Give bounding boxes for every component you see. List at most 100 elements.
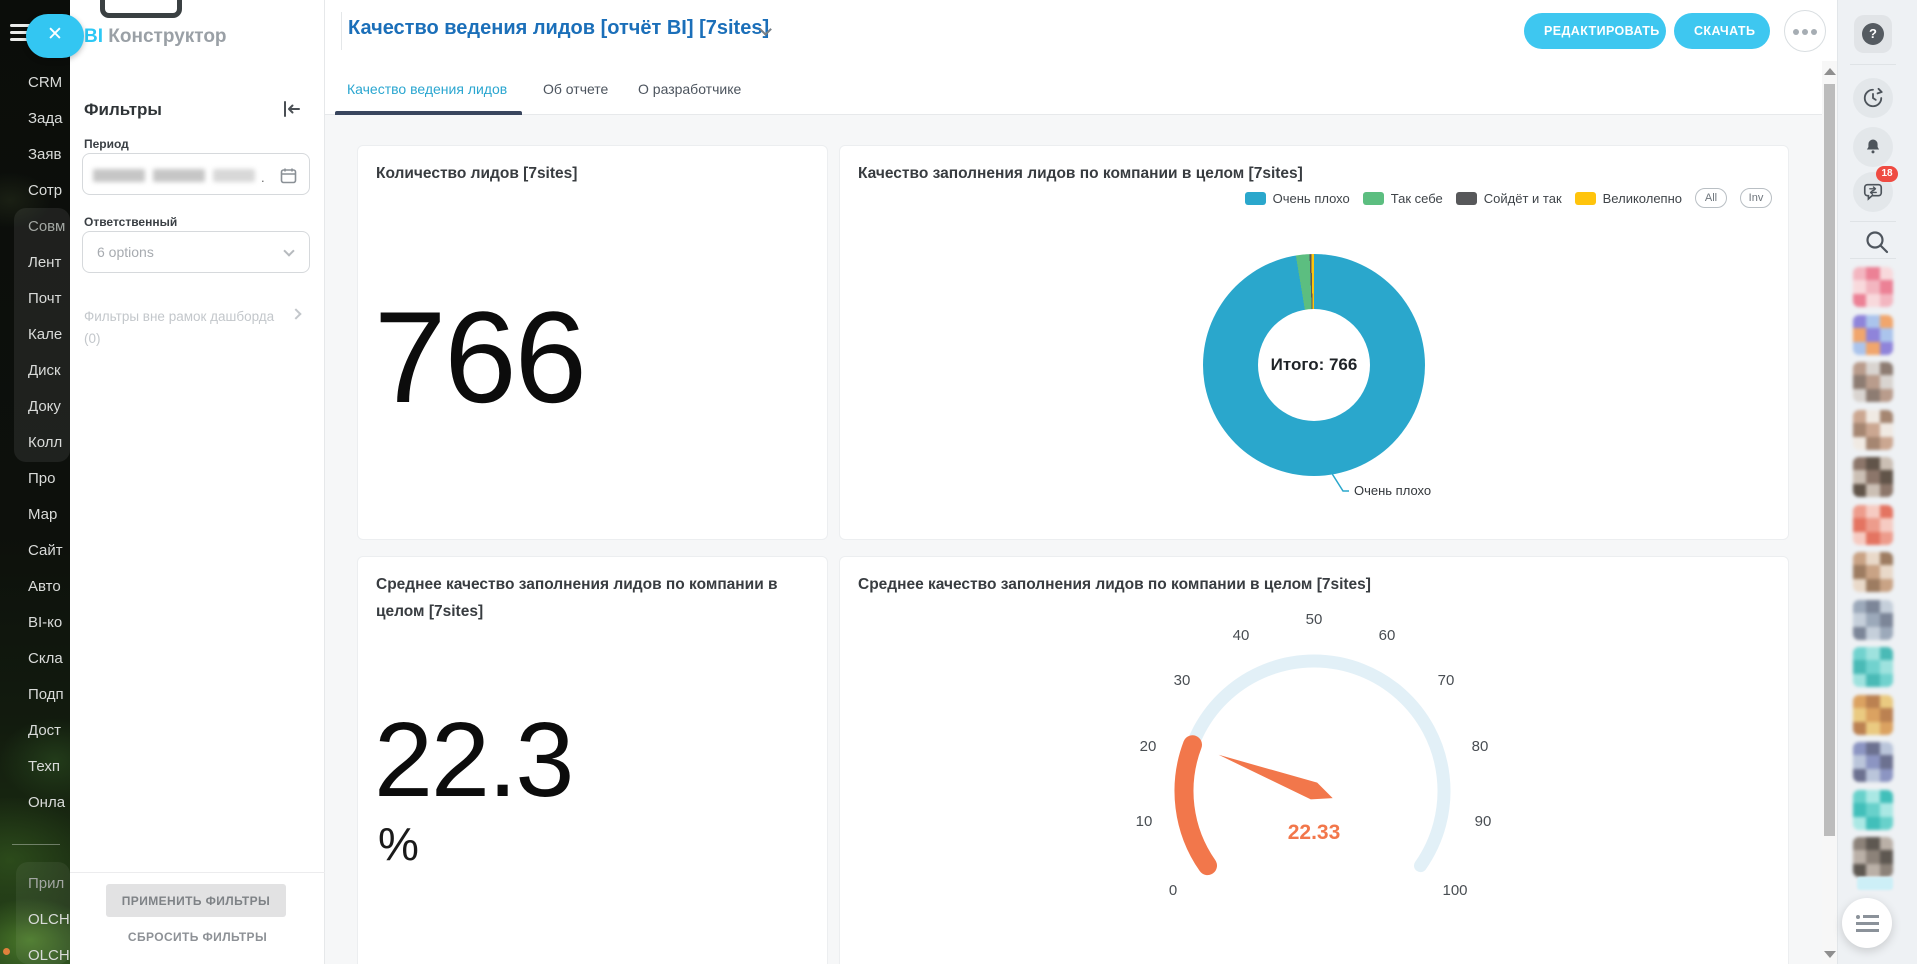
svg-text:30: 30 <box>1174 672 1191 689</box>
scroll-down-arrow[interactable] <box>1824 951 1836 958</box>
contact-avatar[interactable] <box>1853 315 1893 355</box>
rail-divider <box>1850 64 1896 65</box>
contact-avatar[interactable] <box>1853 837 1893 877</box>
legend-swatch <box>1575 192 1596 205</box>
sidebar-item[interactable]: Сайт <box>28 541 70 561</box>
card-avg-quality: Среднее качество заполнения лидов по ком… <box>357 556 828 964</box>
contact-avatar[interactable] <box>1853 695 1893 735</box>
sidebar-item[interactable]: Лент <box>28 253 70 273</box>
svg-text:100: 100 <box>1442 882 1467 899</box>
sidebar-item[interactable]: Колл <box>28 433 70 453</box>
legend-inv-toggle[interactable]: Inv <box>1740 188 1772 208</box>
contact-avatar[interactable] <box>1853 742 1893 782</box>
sidebar-item[interactable]: Скла <box>28 649 70 669</box>
rail-divider <box>1850 221 1896 222</box>
contact-avatar[interactable] <box>1853 267 1893 307</box>
collapse-panel-icon[interactable] <box>282 100 302 118</box>
tab-about-report[interactable]: Об отчете <box>543 81 608 97</box>
chevron-down-icon <box>283 245 294 256</box>
right-icon-rail: ? 18 <box>1837 0 1917 964</box>
sidebar-item[interactable]: BI-ко <box>28 613 70 633</box>
sidebar-item[interactable]: OLCH <box>28 910 70 930</box>
card-title: Количество лидов [7sites] <box>376 160 577 187</box>
sidebar-item[interactable]: CRM <box>28 73 70 93</box>
sidebar-item[interactable]: Доку <box>28 397 70 417</box>
sidebar-item[interactable]: Прил <box>28 874 70 894</box>
redacted-date <box>213 169 255 182</box>
list-icon <box>1856 915 1860 919</box>
scrollbar-thumb[interactable] <box>1824 84 1835 836</box>
tab-about-developer[interactable]: О разработчике <box>638 81 741 97</box>
sidebar-item[interactable]: Диск <box>28 361 70 381</box>
close-panel-button[interactable]: ✕ <box>26 14 84 58</box>
question-icon: ? <box>1862 23 1884 45</box>
sidebar-item[interactable]: Совм <box>28 217 70 237</box>
legend-item[interactable]: Сойдёт и так <box>1456 191 1562 206</box>
report-title[interactable]: Качество ведения лидов [отчёт BI] [7site… <box>348 17 769 40</box>
sidebar-item[interactable]: Авто <box>28 577 70 597</box>
svg-text:50: 50 <box>1306 611 1323 628</box>
task-list-button[interactable] <box>1842 898 1892 948</box>
avatar-fragment <box>1857 877 1893 890</box>
panel-divider <box>70 872 325 873</box>
contact-avatar[interactable] <box>1853 647 1893 687</box>
sidebar-item[interactable]: Мар <box>28 505 70 525</box>
card-title: Среднее качество заполнения лидов по ком… <box>376 571 788 625</box>
calendar-icon[interactable] <box>280 167 297 189</box>
period-date-input[interactable]: . <box>82 153 310 195</box>
sidebar-item[interactable]: Сотр <box>28 181 70 201</box>
contact-avatar[interactable] <box>1853 505 1893 545</box>
notifications-button[interactable] <box>1853 127 1893 167</box>
period-label: Период <box>84 137 129 151</box>
svg-text:0: 0 <box>1169 882 1177 899</box>
search-button[interactable] <box>1863 228 1891 261</box>
sidebar-item[interactable]: Кале <box>28 325 70 345</box>
apply-filters-button[interactable]: ПРИМЕНИТЬ ФИЛЬТРЫ <box>106 884 286 917</box>
sidebar-item[interactable]: Дост <box>28 721 70 741</box>
window-frame-fragment <box>100 0 182 18</box>
reset-filters-button[interactable]: СБРОСИТЬ ФИЛЬТРЫ <box>70 930 325 944</box>
sidebar-item[interactable]: Онла <box>28 793 70 813</box>
tab-lead-quality[interactable]: Качество ведения лидов <box>347 81 507 97</box>
legend-swatch <box>1456 192 1477 205</box>
nav-divider <box>12 844 60 845</box>
contact-avatar[interactable] <box>1853 457 1893 497</box>
donut-callout-label: Очень плохо <box>1354 483 1431 498</box>
contact-avatar[interactable] <box>1853 362 1893 402</box>
more-actions-button[interactable] <box>1784 10 1826 52</box>
contact-avatar[interactable] <box>1853 790 1893 830</box>
sidebar-item[interactable]: Подп <box>28 685 70 705</box>
avg-quality-value: 22.3 <box>374 707 572 813</box>
time-tracking-button[interactable] <box>1853 78 1893 118</box>
pie-legend: Очень плохо Так себе Сойдёт и так Велико… <box>1245 188 1772 208</box>
left-nav-rail: CRM Зада Заяв Сотр Совм Лент Почт Кале Диск Доку К… <box>0 0 70 964</box>
edit-button[interactable]: РЕДАКТИРОВАТЬ <box>1524 13 1666 49</box>
card-fill-quality-pie: Качество заполнения лидов по компании в … <box>839 145 1789 540</box>
sidebar-item[interactable]: Про <box>28 469 70 489</box>
sidebar-item[interactable]: Техп <box>28 757 70 777</box>
vertical-scrollbar[interactable] <box>1822 61 1837 964</box>
download-button[interactable]: СКАЧАТЬ <box>1674 13 1770 49</box>
outer-filters-count: (0) <box>84 328 298 350</box>
card-leads-count: Количество лидов [7sites] 766 <box>357 145 828 540</box>
svg-text:70: 70 <box>1438 672 1455 689</box>
responsible-select[interactable]: 6 options <box>82 231 310 273</box>
search-icon <box>1863 228 1891 256</box>
scroll-up-arrow[interactable] <box>1824 68 1836 75</box>
outer-filters-link[interactable]: Фильтры вне рамок дашборда (0) <box>84 306 298 350</box>
legend-item[interactable]: Так себе <box>1363 191 1443 206</box>
svg-text:80: 80 <box>1472 738 1489 755</box>
legend-item[interactable]: Очень плохо <box>1245 191 1350 206</box>
help-button[interactable]: ? <box>1854 15 1892 53</box>
legend-item[interactable]: Великолепно <box>1575 191 1682 206</box>
sidebar-item[interactable]: Заяв <box>28 145 70 165</box>
sidebar-item[interactable]: Зада <box>28 109 70 129</box>
leads-count-value: 766 <box>374 292 585 422</box>
avg-quality-unit: % <box>378 817 419 871</box>
contact-avatar[interactable] <box>1853 410 1893 450</box>
sidebar-item[interactable]: Почт <box>28 289 70 309</box>
sidebar-item[interactable]: OLCH <box>28 946 70 964</box>
contact-avatar[interactable] <box>1853 600 1893 640</box>
contact-avatar[interactable] <box>1853 552 1893 592</box>
legend-all-toggle[interactable]: All <box>1695 188 1727 208</box>
